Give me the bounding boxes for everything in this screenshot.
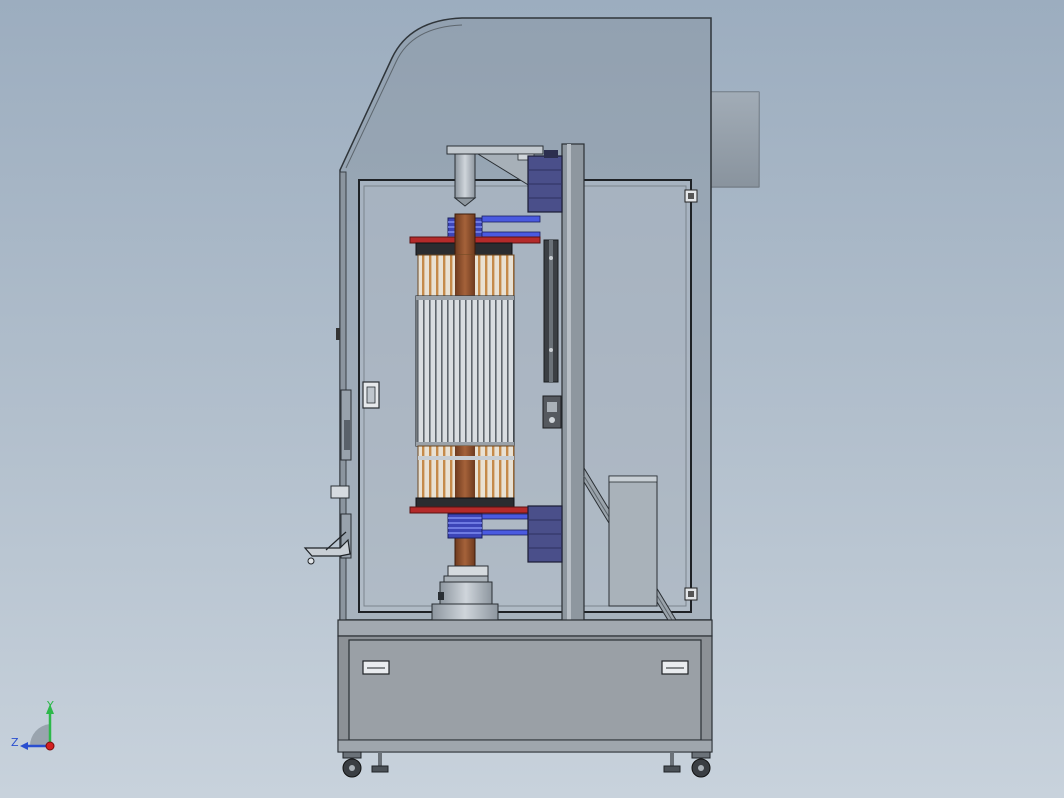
- z-axis-label: Z: [11, 736, 19, 749]
- lower-copper-cage: [417, 445, 515, 499]
- drawer-handle-left[interactable]: [362, 660, 390, 675]
- y-axis-label: Y: [46, 699, 54, 712]
- door-handle[interactable]: [362, 381, 380, 409]
- upper-nozzle: [453, 153, 477, 207]
- leveling-foot-right: [663, 752, 681, 773]
- door-hinge-bottom: [684, 587, 698, 601]
- rear-cylinder: [608, 475, 658, 607]
- exhaust-duct: [710, 91, 760, 188]
- support-column: [561, 143, 585, 623]
- base-cabinet: [337, 619, 713, 753]
- drawer-handle-right[interactable]: [661, 660, 689, 675]
- caster-wheel-right: [691, 751, 711, 778]
- finned-heat-sink: [415, 295, 515, 447]
- drive-motor: [542, 395, 562, 429]
- cad-model-drawing: Y Z: [11, 17, 760, 778]
- upper-copper-cage: [417, 254, 515, 298]
- upper-clamp-block: [527, 150, 563, 213]
- lower-clamp-block: [527, 505, 563, 563]
- cad-viewport[interactable]: Y Z: [0, 0, 1064, 798]
- door-hinge-top: [684, 189, 698, 203]
- leveling-foot-left: [371, 752, 389, 773]
- x-axis-dot: [45, 741, 55, 751]
- caster-wheel-left: [342, 751, 362, 778]
- coordinate-triad: Y Z: [11, 699, 55, 751]
- linear-guide: [543, 239, 559, 383]
